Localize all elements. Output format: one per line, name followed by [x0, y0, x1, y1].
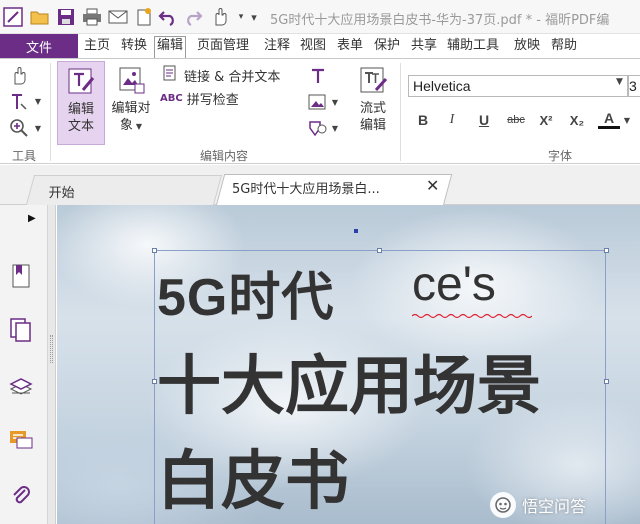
tab-current-document-label: 5G时代十大应用场景白... [232, 182, 380, 197]
layers-icon[interactable] [8, 373, 34, 399]
resize-handle-top-left[interactable] [152, 248, 157, 253]
tab-share[interactable]: 共享 [409, 37, 439, 57]
edit-object-icon [116, 65, 146, 100]
edit-object-label-2: 象 ▼ [119, 118, 143, 133]
tab-help[interactable]: 帮助 [549, 37, 579, 57]
edit-text-label-2: 文本 [67, 119, 94, 134]
document-title-line-2[interactable]: 十大应用场景 [157, 335, 541, 427]
spell-check-button[interactable]: ABC 拼写检查 [160, 89, 239, 108]
open-folder-icon[interactable] [30, 7, 50, 27]
bookmark-icon[interactable] [8, 263, 34, 289]
spell-check-icon: ABC [160, 93, 183, 104]
add-image-dropdown-icon[interactable]: ▼ [330, 96, 340, 108]
title-bar: ▾ ▾ 5G时代十大应用场景白皮书-华为-37页.pdf * - 福昕PDF编 [0, 0, 640, 34]
document-title-line-3[interactable]: 白皮书 [157, 430, 349, 522]
font-color-button[interactable]: A [598, 109, 620, 129]
hand-icon[interactable] [8, 65, 30, 87]
subscript-button[interactable]: X₂ [566, 109, 588, 131]
tab-file[interactable]: 文件 [0, 34, 78, 58]
document-canvas[interactable]: 5G时代 ce's 十大应用场景 白皮书 [57, 205, 640, 524]
resize-handle-top[interactable] [377, 248, 382, 253]
tab-comment[interactable]: 注释 [262, 37, 292, 57]
tab-protect[interactable]: 保护 [372, 37, 402, 57]
link-merge-icon [162, 65, 178, 85]
tab-start-label: 开始 [48, 186, 75, 201]
splitter-grip-icon[interactable] [50, 335, 53, 363]
resize-handle-top-right[interactable] [604, 248, 609, 253]
pages-thumbnail-icon[interactable] [8, 317, 34, 343]
superscript-button[interactable]: X² [535, 109, 557, 131]
tab-form[interactable]: 表单 [335, 37, 365, 57]
tab-home[interactable]: 主页 [82, 37, 112, 57]
select-dropdown-icon[interactable]: ▼ [32, 95, 44, 107]
redo-icon[interactable] [183, 7, 203, 27]
watermark-text: 悟空问答 [522, 497, 587, 516]
watermark: 悟空问答 [490, 490, 586, 520]
flow-edit-icon [358, 65, 388, 100]
tab-page-management[interactable]: 页面管理 [195, 37, 251, 57]
new-doc-icon[interactable] [134, 7, 154, 27]
document-title-line-1[interactable]: 5G时代 [157, 255, 334, 330]
group-divider [50, 63, 51, 161]
close-tab-icon[interactable]: ✕ [426, 176, 439, 195]
edit-object-dropdown-icon: ▼ [135, 122, 143, 131]
tab-view[interactable]: 视图 [298, 37, 328, 57]
zoom-icon[interactable] [8, 117, 30, 139]
edit-object-button[interactable]: 编辑对 象 ▼ [106, 61, 156, 145]
tab-accessibility[interactable]: 辅助工具 [445, 37, 501, 57]
font-color-dropdown-icon[interactable]: ▼ [622, 114, 632, 126]
add-shape-dropdown-icon[interactable]: ▼ [330, 122, 340, 134]
flow-edit-label-1: 流式 [359, 101, 386, 116]
expand-panel-icon[interactable]: ▶ [28, 213, 36, 224]
print-icon[interactable] [82, 7, 102, 27]
email-icon[interactable] [108, 7, 128, 27]
wukong-logo-icon [490, 492, 516, 518]
group-label-edit-content: 编辑内容 [200, 149, 249, 163]
flow-edit-button[interactable]: 流式 编辑 [350, 61, 396, 145]
tab-start-page[interactable]: 开始 [25, 175, 223, 205]
edit-text-button[interactable]: 编辑 文本 [57, 61, 105, 145]
app-logo-icon[interactable] [3, 7, 23, 27]
edit-text-icon [66, 66, 96, 101]
panel-splitter[interactable] [48, 205, 56, 524]
underline-button[interactable]: U [473, 109, 495, 131]
italic-button[interactable]: I [441, 109, 463, 131]
resize-handle-right[interactable] [604, 379, 609, 384]
strikethrough-button[interactable]: abc [503, 109, 529, 131]
add-shape-icon[interactable] [306, 117, 330, 139]
edit-object-label-1: 编辑对 [111, 101, 151, 116]
bold-button[interactable]: B [412, 109, 434, 131]
hand-tool-icon[interactable] [210, 7, 230, 27]
undo-icon[interactable] [158, 7, 178, 27]
add-image-icon[interactable] [306, 91, 330, 113]
spell-check-label: 拼写检查 [186, 93, 239, 108]
tab-convert[interactable]: 转换 [119, 37, 149, 57]
edit-text-label-1: 编辑 [67, 102, 94, 117]
tab-slideshow[interactable]: 放映 [512, 37, 542, 57]
navigation-panel: ▶ [0, 205, 48, 524]
comments-icon[interactable] [8, 427, 34, 453]
attachment-icon[interactable] [8, 483, 34, 509]
text-anchor-point [354, 229, 358, 233]
document-title-line-1-suffix[interactable]: ce's [412, 257, 496, 312]
tab-edit[interactable]: 编辑 [154, 36, 187, 58]
group-label-font: 字体 [548, 149, 573, 163]
font-family-select[interactable]: Helvetica [408, 75, 628, 97]
spellcheck-underline [412, 313, 532, 319]
link-merge-label: 链接 & 合并文本 [184, 69, 281, 85]
flow-edit-label-2: 编辑 [359, 118, 386, 133]
zoom-dropdown-icon[interactable]: ▼ [32, 122, 44, 134]
customize-icon[interactable]: ▾ [244, 7, 264, 27]
font-select-dropdown-icon[interactable]: ▼ [616, 77, 623, 87]
ribbon-tab-row: 文件 主页 转换 编辑 页面管理 注释 视图 表单 保护 共享 辅助工具 放映 … [0, 34, 640, 58]
group-divider [400, 63, 401, 161]
save-icon[interactable] [56, 7, 76, 27]
ribbon-panel: ▼ ▼ 工具 编辑 文本 编辑对 象 ▼ 链接 & 合并文本 ABC 拼写检查 ▼ [0, 58, 640, 164]
link-merge-text-button[interactable]: 链接 & 合并文本 [162, 65, 280, 85]
select-text-icon[interactable] [8, 91, 30, 113]
font-size-input[interactable]: 3 [628, 75, 640, 97]
group-label-tools: 工具 [12, 149, 37, 163]
window-title: 5G时代十大应用场景白皮书-华为-37页.pdf * - 福昕PDF编 [270, 13, 610, 28]
add-text-icon[interactable] [306, 65, 330, 87]
